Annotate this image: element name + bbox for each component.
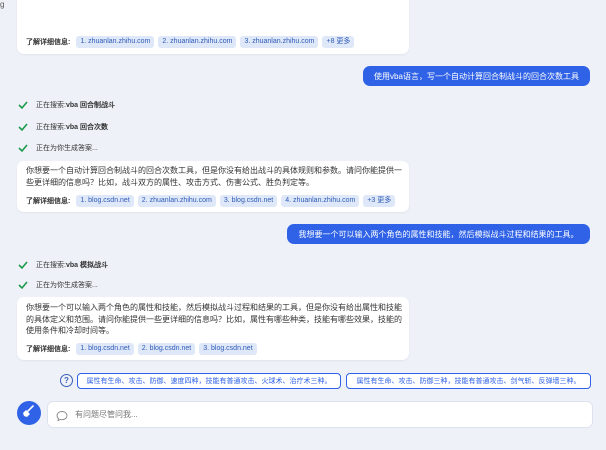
- search-query: vba 模拟战斗: [65, 262, 108, 269]
- progress-step: 正在搜索: vba 回合制战斗: [18, 100, 115, 110]
- source-chip[interactable]: 2. zhuanlan.zhihu.com: [158, 36, 237, 48]
- answer-card-previous: 了解详细信息: 1. zhuanlan.zhihu.com 2. zhuanla…: [17, 0, 409, 54]
- progress-step: 正在搜索: vba 模拟战斗: [18, 260, 108, 270]
- help-icon[interactable]: ?: [60, 374, 73, 387]
- source-chip[interactable]: 4. zhuanlan.zhihu.com: [281, 195, 360, 207]
- chat-input[interactable]: [73, 409, 557, 420]
- source-chip[interactable]: 3. zhuanlan.zhihu.com: [240, 36, 319, 48]
- checkmark-icon: [18, 122, 28, 132]
- user-message: 使用vba语言，写一个自动计算回合制战斗的回合次数工具: [363, 66, 590, 86]
- source-chip[interactable]: 1. blog.csdn.net: [76, 195, 134, 207]
- learn-more-row: 了解详细信息: 1. blog.csdn.net 2. blog.csdn.ne…: [26, 343, 257, 355]
- more-sources-chip[interactable]: +3 更多: [363, 195, 396, 207]
- source-chip[interactable]: 1. zhuanlan.zhihu.com: [76, 36, 155, 48]
- step-prefix: 正在搜索:: [36, 124, 66, 131]
- source-chip[interactable]: 3. blog.csdn.net: [199, 343, 257, 355]
- search-query: vba 回合制战斗: [65, 102, 115, 109]
- answer-card: 你想要一个自动计算回合制战斗的回合次数工具，但是你没有给出战斗的具体规则和参数。…: [17, 161, 409, 212]
- step-prefix: 正在搜索:: [36, 262, 66, 269]
- suggestion-chip[interactable]: 属性有生命、攻击、防御三种，技能有普通攻击、剑气斩、反弹墙三种。: [346, 373, 591, 389]
- suggestion-chip[interactable]: 属性有生命、攻击、防御、速度四种，技能有普通攻击、火球术、治疗术三种。: [77, 373, 341, 389]
- user-message: 我想要一个可以输入两个角色的属性和技能，然后模拟战斗过程和结果的工具。: [287, 224, 590, 244]
- source-chip[interactable]: 1. blog.csdn.net: [76, 343, 134, 355]
- answer-card: 你想要一个可以输入两个角色的属性和技能，然后模拟战斗过程和结果的工具，但是你没有…: [17, 297, 409, 360]
- learn-more-label: 了解详细信息:: [26, 346, 71, 353]
- progress-step: 正在为你生成答案...: [18, 280, 98, 290]
- answer-text: 你想要一个自动计算回合制战斗的回合次数工具，但是你没有给出战斗的具体规则和参数。…: [26, 166, 402, 187]
- step-prefix: 正在搜索:: [36, 102, 66, 109]
- step-prefix: 正在为你生成答案...: [36, 145, 98, 152]
- learn-more-label: 了解详细信息:: [26, 39, 71, 46]
- source-chip[interactable]: 2. zhuanlan.zhihu.com: [137, 195, 216, 207]
- progress-step: 正在为你生成答案...: [18, 143, 98, 153]
- checkmark-icon: [18, 260, 28, 270]
- progress-step: 正在搜索: vba 回合次数: [18, 122, 108, 132]
- broom-icon: [22, 404, 36, 423]
- source-chip[interactable]: 2. blog.csdn.net: [137, 343, 196, 355]
- step-prefix: 正在为你生成答案...: [36, 282, 98, 289]
- search-query: vba 回合次数: [65, 124, 108, 131]
- learn-more-row: 了解详细信息: 1. zhuanlan.zhihu.com 2. zhuanla…: [26, 36, 355, 48]
- checkmark-icon: [18, 280, 28, 290]
- more-sources-chip[interactable]: +8 更多: [322, 36, 355, 48]
- learn-more-row: 了解详细信息: 1. blog.csdn.net 2. zhuanlan.zhi…: [26, 195, 396, 207]
- checkmark-icon: [18, 143, 28, 153]
- truncated-label: g: [0, 0, 5, 9]
- chat-input-container: [47, 401, 593, 428]
- answer-text: 你想要一个可以输入两个角色的属性和技能，然后模拟战斗过程和结果的工具，但是你没有…: [26, 303, 402, 335]
- learn-more-label: 了解详细信息:: [26, 198, 71, 205]
- checkmark-icon: [18, 100, 28, 110]
- source-chip[interactable]: 3. blog.csdn.net: [219, 195, 278, 207]
- new-topic-button[interactable]: [17, 401, 41, 425]
- chat-icon: [56, 409, 68, 421]
